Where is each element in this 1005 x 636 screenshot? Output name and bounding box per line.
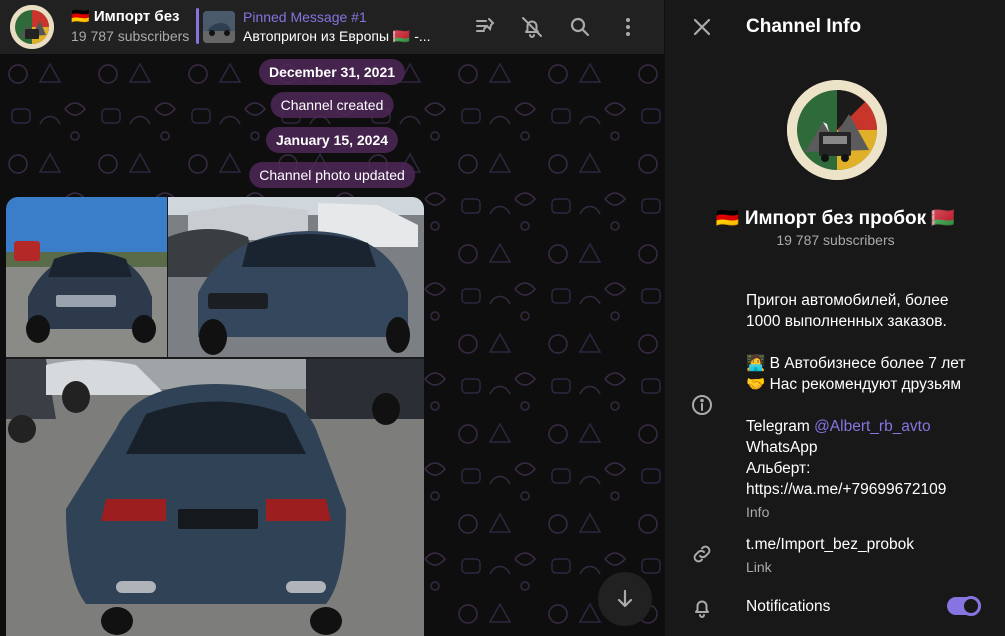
notifications-toggle[interactable] (947, 596, 981, 616)
bell-icon (689, 594, 715, 620)
pinned-indicator (196, 8, 199, 44)
description-line: 🤝 Нас рекомендуют друзьям (746, 376, 962, 393)
date-separator: January 15, 2024 (265, 127, 399, 153)
chat-header[interactable]: 🇩🇪 Импорт без 19 787 subscribers Pinned … (0, 0, 664, 54)
channel-avatar-large[interactable] (787, 80, 887, 180)
telegram-handle-link[interactable]: @Albert_rb_avto (814, 418, 931, 435)
panel-title: Channel Info (746, 16, 862, 37)
service-message: Channel photo updated (249, 162, 415, 188)
telegram-prefix: Telegram (746, 418, 815, 435)
channel-title[interactable]: 🇩🇪 Импорт без (71, 7, 191, 25)
channel-avatar[interactable] (10, 5, 54, 49)
description-line: 1000 выполненных заказов. (746, 313, 947, 330)
pinned-message-text[interactable]: Автопригон из Европы 🇧🇾 -... (243, 28, 438, 45)
channel-subscribers: 19 787 subscribers (71, 28, 190, 44)
service-message: Channel created (270, 92, 394, 118)
description-line: 🧑‍💻 В Автобизнесе более 7 лет (746, 355, 966, 372)
pinned-thumbnail[interactable] (203, 11, 235, 43)
channel-subscribers-count: 19 787 subscribers (776, 232, 895, 248)
channel-description: Пригон автомобилей, более 1000 выполненн… (746, 290, 996, 523)
photo-album[interactable] (6, 197, 424, 636)
date-separator: December 31, 2021 (258, 59, 406, 85)
close-icon[interactable] (689, 14, 715, 40)
channel-info-panel: Channel Info 🇩🇪 Импорт без пробок 🇧🇾 19 … (664, 0, 1005, 636)
whatsapp-link[interactable]: https://wa.me/+79699672109 (746, 479, 996, 500)
description-label: Info (746, 504, 770, 520)
more-icon[interactable] (613, 12, 643, 42)
album-photo[interactable] (168, 197, 424, 357)
toggle-knob (961, 596, 981, 616)
album-photo[interactable] (6, 359, 424, 636)
notifications-label[interactable]: Notifications (746, 598, 830, 616)
link-icon (689, 541, 715, 567)
link-label: Link (746, 559, 772, 575)
chat-panel: 🇩🇪 Импорт без 19 787 subscribers Pinned … (0, 0, 664, 636)
scroll-down-button[interactable] (598, 572, 652, 626)
description-line: WhatsApp (746, 439, 818, 456)
album-photo[interactable] (6, 197, 167, 357)
description-telegram: Telegram @Albert_rb_avto (746, 416, 996, 437)
mute-icon[interactable] (517, 12, 547, 42)
search-icon[interactable] (565, 12, 595, 42)
pinned-message-title[interactable]: Pinned Message #1 (243, 9, 367, 25)
channel-name: 🇩🇪 Импорт без пробок 🇧🇾 (715, 208, 956, 229)
info-icon (689, 392, 715, 418)
description-line: Пригон автомобилей, более (746, 292, 949, 309)
arrow-down-icon (617, 589, 633, 608)
pin-list-icon[interactable] (470, 12, 500, 42)
description-line: Альберт: (746, 460, 811, 477)
channel-link[interactable]: t.me/Import_bez_probok (746, 536, 914, 554)
